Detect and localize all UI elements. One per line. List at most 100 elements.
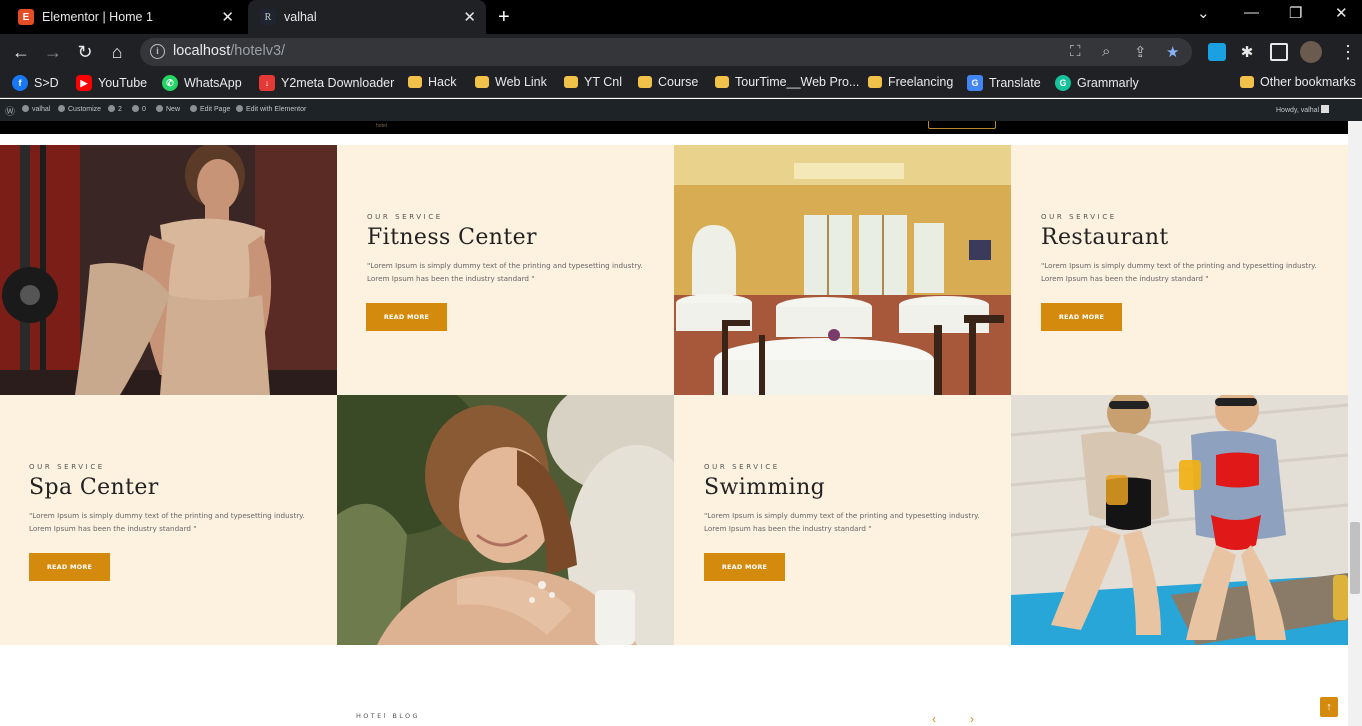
folder-icon (715, 76, 729, 88)
bookmarks-bar: f S>D ▶ YouTube ✆ WhatsApp ↓ Y2meta Down… (0, 70, 1362, 98)
youtube-icon: ▶ (76, 75, 92, 91)
service-card-swimming: OUR SERVICE Swimming "Lorem Ipsum is sim… (674, 395, 1011, 645)
tab-valhal[interactable]: R valhal ✕ (248, 0, 486, 34)
url-text[interactable]: localhost/hotelv3/ (173, 43, 285, 59)
side-panel-icon[interactable] (1270, 43, 1288, 61)
wp-site-link[interactable]: valhal (22, 105, 50, 113)
zoom-icon[interactable]: ⌕ (1102, 43, 1110, 60)
back-icon[interactable]: ← (9, 40, 33, 64)
restore-icon[interactable]: ❐ (1289, 4, 1302, 22)
folder-icon (564, 76, 578, 88)
folder-icon (638, 76, 652, 88)
download-icon: ↓ (259, 75, 275, 91)
home-icon[interactable]: ⌂ (105, 40, 129, 64)
grammarly-icon: G (1055, 75, 1071, 91)
read-more-button[interactable]: READ MORE (366, 303, 447, 331)
translate-page-icon[interactable]: ⛶ (1070, 43, 1081, 60)
close-window-icon[interactable]: ✕ (1335, 4, 1348, 22)
read-more-button[interactable]: READ MORE (1041, 303, 1122, 331)
reload-icon[interactable]: ↻ (73, 40, 97, 64)
updates-icon (108, 105, 115, 112)
service-title: Restaurant (1041, 225, 1169, 250)
bookmark-course[interactable]: Course (638, 75, 698, 89)
read-more-button[interactable]: READ MORE (29, 553, 110, 581)
service-title: Swimming (704, 475, 826, 500)
whatsapp-icon: ✆ (162, 75, 178, 91)
service-title: Fitness Center (367, 225, 537, 250)
bookmark-star-icon[interactable]: ★ (1166, 43, 1179, 61)
blog-eyebrow: HOTEl BLOG (356, 712, 420, 720)
bookmark-translate[interactable]: G Translate (967, 75, 1041, 91)
chevron-right-icon[interactable]: › (970, 712, 974, 726)
wp-updates-link[interactable]: 2 (108, 105, 122, 113)
service-card-restaurant: OUR SERVICE Restaurant "Lorem Ipsum is s… (1011, 145, 1348, 395)
bookmark-grammarly[interactable]: G Grammarly (1055, 75, 1139, 91)
wp-howdy-account[interactable]: Howdy, valhal (1276, 105, 1330, 114)
address-bar[interactable]: i localhost/hotelv3/ ⛶ ⌕ ⇪ ★ (140, 38, 1192, 66)
pencil-icon (190, 105, 197, 112)
service-description: "Lorem Ipsum is simply dummy text of the… (704, 511, 980, 533)
bookmark-tourtime[interactable]: TourTime__Web Pro... (715, 75, 859, 89)
browser-tab-bar: E Elementor | Home 1 ✕ R valhal ✕ + ⌄ — … (0, 0, 1362, 34)
spa-photo (337, 395, 674, 645)
read-more-button[interactable]: READ MORE (704, 553, 785, 581)
service-card-spa: OUR SERVICE Spa Center "Lorem Ipsum is s… (0, 395, 337, 645)
folder-icon (1240, 76, 1254, 88)
bookmark-whatsapp[interactable]: ✆ WhatsApp (162, 75, 242, 91)
wp-edit-elementor-link[interactable]: Edit with Elementor (236, 105, 306, 113)
service-eyebrow: OUR SERVICE (704, 463, 780, 471)
wp-new-link[interactable]: New (156, 105, 180, 113)
bookmark-yt-cnl[interactable]: YT Cnl (564, 75, 622, 89)
chevron-left-icon[interactable]: ‹ (932, 712, 936, 726)
service-description: "Lorem Ipsum is simply dummy text of the… (1041, 261, 1317, 283)
wp-edit-page-link[interactable]: Edit Page (190, 105, 230, 113)
forward-icon[interactable]: → (41, 40, 65, 64)
restaurant-photo (674, 145, 1011, 395)
page-scrollbar[interactable] (1348, 121, 1362, 726)
wp-customize-link[interactable]: Customize (58, 105, 101, 113)
bookmark-youtube[interactable]: ▶ YouTube (76, 75, 147, 91)
profile-avatar[interactable] (1300, 41, 1322, 63)
home-icon (22, 105, 29, 112)
wordpress-logo-icon[interactable]: Ⓦ (5, 103, 15, 118)
new-tab-icon[interactable]: + (498, 6, 510, 29)
bookmark-sd[interactable]: f S>D (12, 75, 59, 91)
wp-admin-bar: Ⓦ valhal Customize 2 0 New Edit Page Edi… (0, 99, 1362, 121)
facebook-icon: f (12, 75, 28, 91)
service-description: "Lorem Ipsum is simply dummy text of the… (29, 511, 305, 533)
bookmark-hack[interactable]: Hack (408, 75, 456, 89)
bookmark-web-link[interactable]: Web Link (475, 75, 547, 89)
tab-title: valhal (284, 10, 317, 24)
share-icon[interactable]: ⇪ (1134, 43, 1147, 61)
plus-icon (156, 105, 163, 112)
bookmark-freelancing[interactable]: Freelancing (868, 75, 953, 89)
tab-elementor[interactable]: E Elementor | Home 1 ✕ (6, 0, 244, 34)
site-info-icon[interactable]: i (150, 44, 165, 59)
avatar (1321, 105, 1330, 113)
scrollbar-thumb[interactable] (1350, 522, 1360, 594)
service-title: Spa Center (29, 475, 159, 500)
site-header: hotel (0, 121, 1348, 134)
bookmark-y2meta[interactable]: ↓ Y2meta Downloader (259, 75, 394, 91)
menu-kebab-icon[interactable]: ⋮ (1336, 40, 1360, 64)
header-book-button[interactable] (928, 121, 996, 129)
wp-comments-link[interactable]: 0 (132, 105, 146, 113)
service-eyebrow: OUR SERVICE (1041, 213, 1117, 221)
minimize-icon[interactable]: — (1244, 4, 1259, 21)
folder-icon (408, 76, 422, 88)
tab-search-icon[interactable]: ⌄ (1197, 4, 1210, 22)
service-eyebrow: OUR SERVICE (367, 213, 443, 221)
service-description: "Lorem Ipsum is simply dummy text of the… (367, 261, 643, 283)
close-tab-icon[interactable]: ✕ (221, 8, 234, 26)
extensions-puzzle-icon[interactable]: ✱ (1235, 40, 1259, 64)
bookmark-other-folder[interactable]: Other bookmarks (1240, 75, 1356, 89)
services-grid: OUR SERVICE Fitness Center "Lorem Ipsum … (0, 145, 1348, 645)
extension-icon[interactable] (1208, 43, 1226, 61)
site-logo[interactable]: hotel (376, 123, 387, 129)
scroll-to-top-button[interactable]: ↑ (1320, 697, 1338, 717)
service-eyebrow: OUR SERVICE (29, 463, 105, 471)
elementor-icon: E (18, 9, 34, 25)
close-tab-icon[interactable]: ✕ (463, 8, 476, 26)
folder-icon (868, 76, 882, 88)
brush-icon (58, 105, 65, 112)
